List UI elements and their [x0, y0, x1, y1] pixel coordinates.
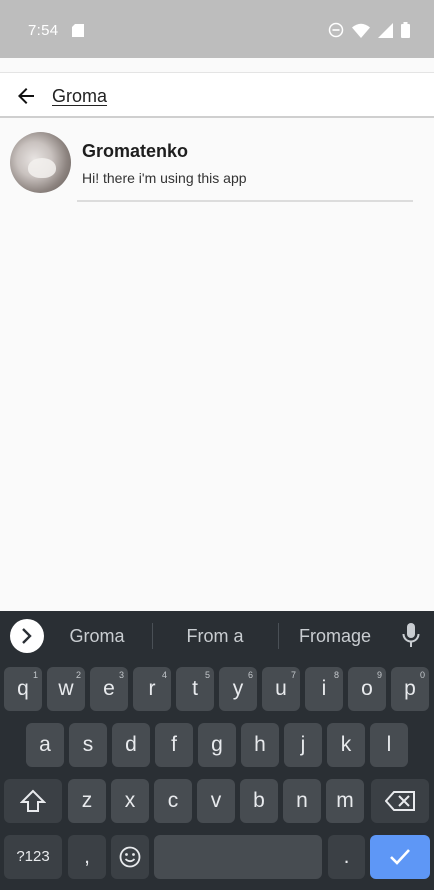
key-hint: 4	[161, 670, 167, 680]
battery-icon	[401, 22, 410, 38]
key-label: f	[171, 733, 177, 756]
wifi-icon	[352, 23, 370, 38]
key-label: k	[340, 733, 352, 756]
key-hint: 8	[333, 670, 339, 680]
emoji-icon	[119, 846, 141, 868]
divider	[77, 200, 413, 202]
space-key[interactable]	[154, 835, 322, 879]
expand-toolbar-button[interactable]	[10, 619, 44, 653]
key-c[interactable]: c	[154, 779, 192, 823]
key-u[interactable]: u7	[262, 667, 300, 711]
key-label: z	[81, 789, 93, 812]
key-b[interactable]: b	[240, 779, 278, 823]
key-label: v	[210, 789, 222, 812]
key-k[interactable]: k	[327, 723, 365, 767]
key-label: g	[211, 733, 223, 756]
key-hint: 6	[247, 670, 253, 680]
suggestion-2[interactable]: From a	[160, 611, 270, 661]
key-label: h	[254, 733, 266, 756]
key-f[interactable]: f	[155, 723, 193, 767]
key-e[interactable]: e3	[90, 667, 128, 711]
key-t[interactable]: t5	[176, 667, 214, 711]
status-icons	[328, 22, 410, 38]
key-label: i	[321, 677, 327, 700]
key-label: w	[58, 677, 74, 700]
key-label: a	[39, 733, 51, 756]
suggestion-strip: Groma From a Fromage	[0, 611, 434, 661]
key-label: j	[300, 733, 306, 756]
key-label: o	[361, 677, 373, 700]
sd-card-icon	[72, 24, 84, 37]
key-label: n	[296, 789, 308, 812]
suggestion-separator	[152, 623, 153, 649]
avatar	[10, 132, 71, 193]
key-r[interactable]: r4	[133, 667, 171, 711]
key-z[interactable]: z	[68, 779, 106, 823]
status-bar: 7:54	[0, 0, 434, 58]
key-m[interactable]: m	[326, 779, 364, 823]
soft-keyboard: Groma From a Fromage q1w2e3r4t5y6u7i8o9p…	[0, 611, 434, 890]
search-app-bar	[0, 72, 434, 118]
contact-name: Gromatenko	[82, 141, 189, 161]
key-o[interactable]: o9	[348, 667, 386, 711]
key-p[interactable]: p0	[391, 667, 429, 711]
key-n[interactable]: n	[283, 779, 321, 823]
emoji-key[interactable]	[111, 835, 149, 879]
key-s[interactable]: s	[69, 723, 107, 767]
key-d[interactable]: d	[112, 723, 150, 767]
key-label: e	[103, 677, 115, 700]
contact-status-message: Hi! there i'm using this app	[82, 170, 247, 186]
symbols-key[interactable]: ?123	[4, 835, 62, 879]
key-hint: 3	[118, 670, 124, 680]
key-label: l	[386, 733, 392, 756]
microphone-icon[interactable]	[402, 623, 420, 649]
key-i[interactable]: i8	[305, 667, 343, 711]
key-y[interactable]: y6	[219, 667, 257, 711]
key-hint: 9	[376, 670, 382, 680]
comma-key[interactable]: ,	[68, 835, 106, 879]
enter-key[interactable]	[370, 835, 430, 879]
key-hint: 5	[204, 670, 210, 680]
key-x[interactable]: x	[111, 779, 149, 823]
key-v[interactable]: v	[197, 779, 235, 823]
key-label: r	[148, 677, 156, 700]
key-label: u	[275, 677, 287, 700]
shift-key[interactable]	[4, 779, 62, 823]
back-arrow-icon[interactable]	[14, 84, 38, 108]
backspace-key[interactable]	[371, 779, 429, 823]
suggestion-1[interactable]: Groma	[52, 611, 142, 661]
key-label: y	[232, 677, 244, 700]
key-label: q	[17, 677, 29, 700]
key-hint: 2	[75, 670, 81, 680]
key-label: m	[336, 789, 354, 812]
key-j[interactable]: j	[284, 723, 322, 767]
key-l[interactable]: l	[370, 723, 408, 767]
key-h[interactable]: h	[241, 723, 279, 767]
status-time: 7:54	[28, 22, 59, 39]
key-a[interactable]: a	[26, 723, 64, 767]
suggestion-separator	[278, 623, 279, 649]
key-label: p	[404, 677, 416, 700]
key-label: s	[82, 733, 94, 756]
search-result-item[interactable]: Gromatenko Hi! there i'm using this app	[0, 122, 434, 206]
key-label: b	[253, 789, 265, 812]
shift-icon	[20, 789, 46, 812]
key-g[interactable]: g	[198, 723, 236, 767]
key-label: d	[125, 733, 137, 756]
search-input[interactable]	[52, 81, 412, 111]
chevron-right-icon	[22, 628, 32, 644]
do-not-disturb-icon	[328, 22, 344, 38]
key-label: x	[124, 789, 136, 812]
checkmark-icon	[390, 849, 410, 865]
key-hint: 0	[419, 670, 425, 680]
signal-icon	[378, 22, 393, 38]
key-hint: 7	[290, 670, 296, 680]
period-key[interactable]: .	[328, 835, 365, 879]
key-w[interactable]: w2	[47, 667, 85, 711]
key-hint: 1	[32, 670, 38, 680]
key-q[interactable]: q1	[4, 667, 42, 711]
key-label: t	[192, 677, 198, 700]
backspace-icon	[385, 791, 415, 811]
key-label: c	[167, 789, 179, 812]
